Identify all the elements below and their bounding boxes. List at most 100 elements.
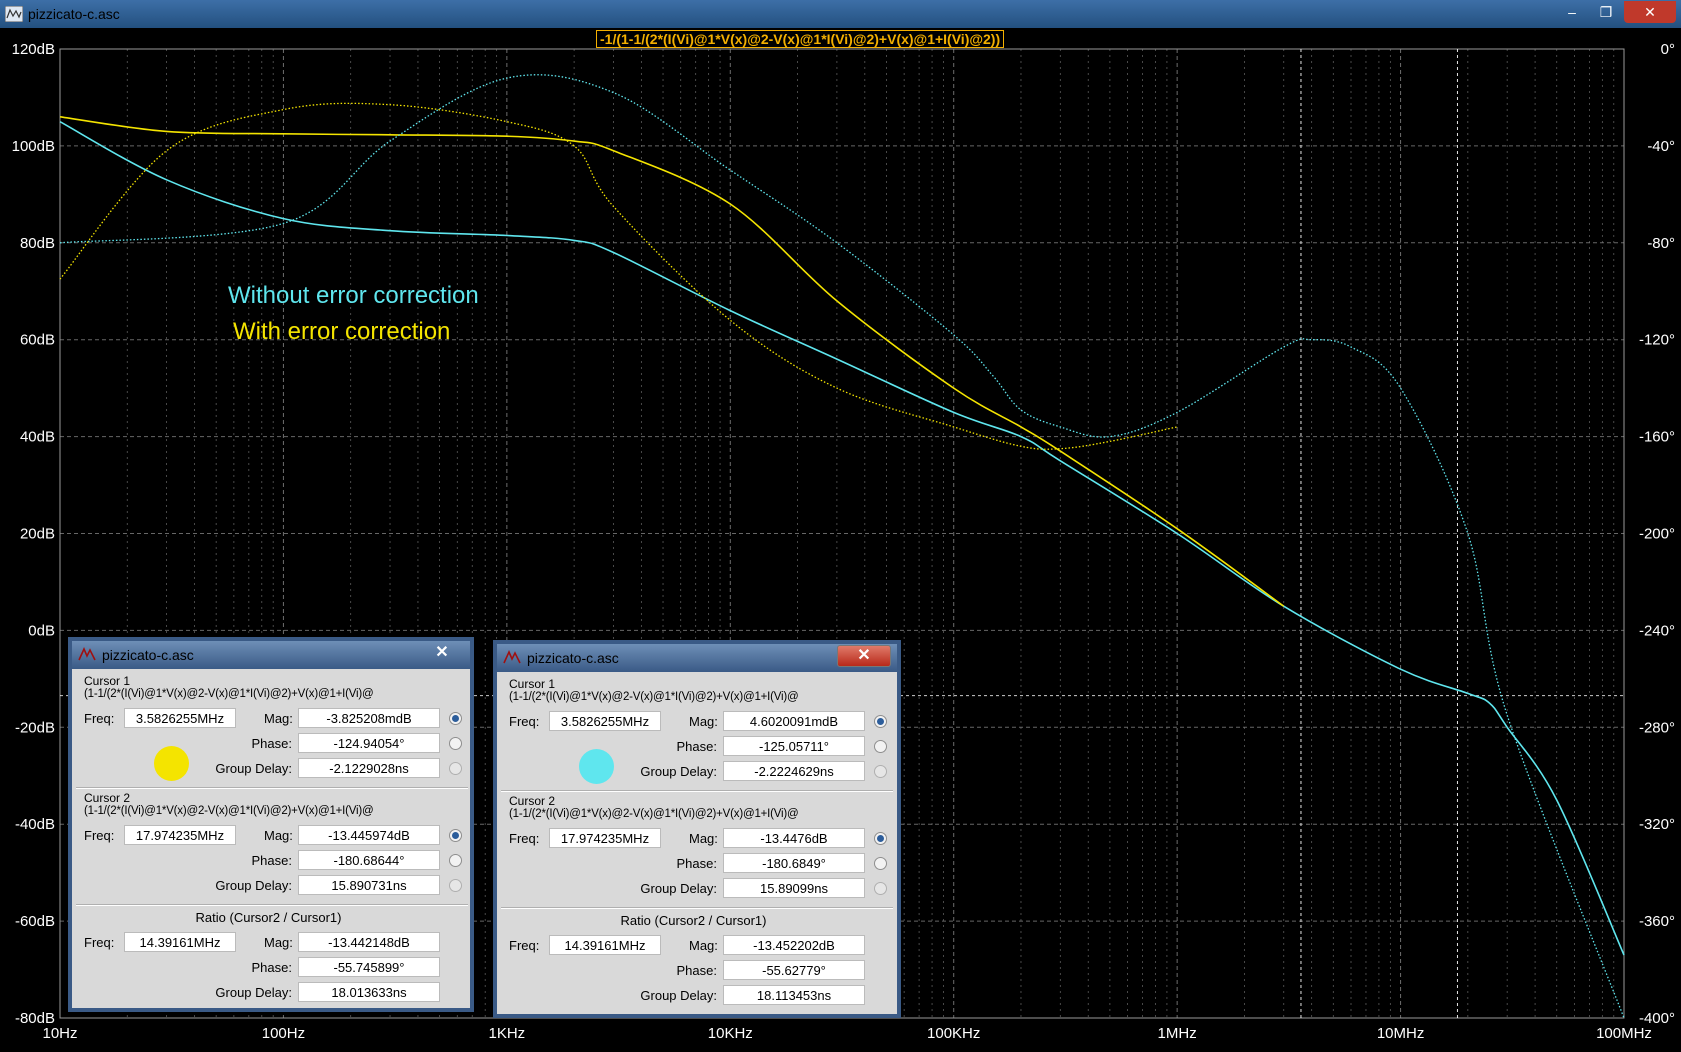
right-axis-tick-label: -80° <box>1647 235 1675 252</box>
group-delay-radio[interactable] <box>449 879 462 892</box>
trace-color-dot <box>154 746 189 781</box>
x-axis-tick-label: 10MHz <box>1377 1025 1425 1042</box>
group-delay-value[interactable]: 15.89099ns <box>723 878 865 898</box>
section-heading: Cursor 2 <box>84 791 131 805</box>
waveform-app-icon <box>5 6 23 22</box>
phase-value[interactable]: -125.05711° <box>723 736 865 756</box>
group-delay-label: Group Delay: <box>640 764 717 779</box>
phase-value[interactable]: -55.745899° <box>298 957 440 977</box>
group-delay-radio[interactable] <box>874 765 887 778</box>
ratio-section: Ratio (Cursor2 / Cursor1) Freq: 14.39161MH… <box>501 911 896 1011</box>
cursor-dialog-2[interactable]: pizzicato-c.asc ✕ Cursor 1 (1-1/(2*(I(Vi)… <box>493 640 901 1018</box>
mag-value[interactable]: -13.445974dB <box>298 825 440 845</box>
mag-value[interactable]: -3.825208mdB <box>298 708 440 728</box>
group-delay-value[interactable]: 15.890731ns <box>298 875 440 895</box>
group-delay-label: Group Delay: <box>215 985 292 1000</box>
mag-value[interactable]: 4.6020091mdB <box>723 711 865 731</box>
freq-value[interactable]: 3.5826255MHz <box>549 711 661 731</box>
cursor-dialog-1[interactable]: pizzicato-c.asc ✕ Cursor 1 (1-1/(2*(I(Vi)… <box>68 637 474 1012</box>
left-axis-tick-label: 60dB <box>20 332 55 349</box>
freq-label: Freq: <box>84 828 115 843</box>
right-axis-tick-label: -200° <box>1639 526 1675 543</box>
freq-value[interactable]: 17.974235MHz <box>124 825 236 845</box>
trace-expression-label[interactable]: -1/(1-1/(2*(I(Vi)@1*V(x)@2-V(x)@1*I(Vi)@… <box>596 30 1005 48</box>
cursor-expression: (1-1/(2*(I(Vi)@1*V(x)@2-V(x)@1*I(Vi)@2)+… <box>509 691 799 703</box>
group-delay-radio[interactable] <box>874 882 887 895</box>
freq-label: Freq: <box>509 938 540 953</box>
dialog-title: pizzicato-c.asc <box>102 647 194 663</box>
freq-value[interactable]: 14.39161MHz <box>549 935 661 955</box>
phase-label: Phase: <box>676 856 717 871</box>
mag-label: Mag: <box>264 828 293 843</box>
mag-value[interactable]: -13.452202dB <box>723 935 865 955</box>
phase-radio[interactable] <box>449 737 462 750</box>
right-axis-tick-label: -320° <box>1639 816 1675 833</box>
mag-label: Mag: <box>689 938 718 953</box>
freq-value[interactable]: 17.974235MHz <box>549 828 661 848</box>
phase-value[interactable]: -124.94054° <box>298 733 440 753</box>
x-axis-tick-label: 10Hz <box>42 1025 77 1042</box>
cursor1-section: Cursor 1 (1-1/(2*(I(Vi)@1*V(x)@2-V(x)@1*I… <box>501 677 896 791</box>
close-button[interactable]: ✕ <box>1624 1 1676 23</box>
phase-label: Phase: <box>251 853 292 868</box>
mag-label: Mag: <box>264 935 293 950</box>
dialog-titlebar[interactable]: pizzicato-c.asc ✕ <box>497 644 897 672</box>
freq-label: Freq: <box>84 711 115 726</box>
left-axis-tick-label: 40dB <box>20 429 55 446</box>
mag-label: Mag: <box>689 714 718 729</box>
window-titlebar: pizzicato-c.asc – ❐ ✕ <box>0 0 1681 28</box>
section-separator <box>76 904 468 906</box>
ratio-heading: Ratio (Cursor2 / Cursor1) <box>195 910 342 925</box>
dialog-titlebar[interactable]: pizzicato-c.asc ✕ <box>72 641 470 669</box>
freq-label: Freq: <box>509 831 540 846</box>
freq-label: Freq: <box>509 714 540 729</box>
phase-value[interactable]: -180.68644° <box>298 850 440 870</box>
group-delay-label: Group Delay: <box>640 988 717 1003</box>
phase-radio[interactable] <box>449 854 462 867</box>
mag-value[interactable]: -13.4476dB <box>723 828 865 848</box>
freq-value[interactable]: 3.5826255MHz <box>124 708 236 728</box>
left-axis-tick-label: 80dB <box>20 235 55 252</box>
with-correction-magnitude-trace <box>59 116 1285 607</box>
mag-radio[interactable] <box>449 829 462 842</box>
dialog-title: pizzicato-c.asc <box>527 650 619 666</box>
mag-radio[interactable] <box>449 712 462 725</box>
section-heading: Cursor 1 <box>509 677 556 691</box>
mag-radio[interactable] <box>874 715 887 728</box>
phase-radio[interactable] <box>874 857 887 870</box>
group-delay-value[interactable]: -2.1229028ns <box>298 758 440 778</box>
group-delay-value[interactable]: 18.113453ns <box>723 985 865 1005</box>
left-axis-tick-label: -40dB <box>15 816 55 833</box>
section-separator <box>76 787 468 789</box>
section-heading: Cursor 2 <box>509 794 556 808</box>
ratio-heading: Ratio (Cursor2 / Cursor1) <box>620 913 767 928</box>
dialog-close-button[interactable]: ✕ <box>417 642 467 664</box>
left-axis-tick-label: 0dB <box>28 622 55 639</box>
cursor-expression: (1-1/(2*(I(Vi)@1*V(x)@2-V(x)@1*I(Vi)@2)+… <box>84 805 374 817</box>
group-delay-value[interactable]: -2.2224629ns <box>723 761 865 781</box>
phase-value[interactable]: -180.6849° <box>723 853 865 873</box>
group-delay-value[interactable]: 18.013633ns <box>298 982 440 1002</box>
right-axis-tick-label: -40° <box>1647 138 1675 155</box>
mag-radio[interactable] <box>874 832 887 845</box>
phase-radio[interactable] <box>874 740 887 753</box>
left-axis-tick-label: -60dB <box>15 913 55 930</box>
right-axis-tick-label: -120° <box>1639 332 1675 349</box>
phase-label: Phase: <box>676 963 717 978</box>
trace-color-dot <box>579 749 614 784</box>
freq-value[interactable]: 14.39161MHz <box>124 932 236 952</box>
x-axis-tick-label: 1MHz <box>1158 1025 1197 1042</box>
right-axis-tick-label: -360° <box>1639 913 1675 930</box>
phase-value[interactable]: -55.62779° <box>723 960 865 980</box>
right-axis-tick-label: -280° <box>1639 719 1675 736</box>
x-axis-tick-label: 10KHz <box>708 1025 753 1042</box>
group-delay-radio[interactable] <box>449 762 462 775</box>
phase-label: Phase: <box>676 739 717 754</box>
minimize-button[interactable]: – <box>1557 1 1587 23</box>
dialog-close-button[interactable]: ✕ <box>837 645 891 667</box>
group-delay-label: Group Delay: <box>215 878 292 893</box>
maximize-button[interactable]: ❐ <box>1590 1 1622 23</box>
mag-value[interactable]: -13.442148dB <box>298 932 440 952</box>
group-delay-label: Group Delay: <box>640 881 717 896</box>
x-axis-tick-label: 1KHz <box>489 1025 526 1042</box>
